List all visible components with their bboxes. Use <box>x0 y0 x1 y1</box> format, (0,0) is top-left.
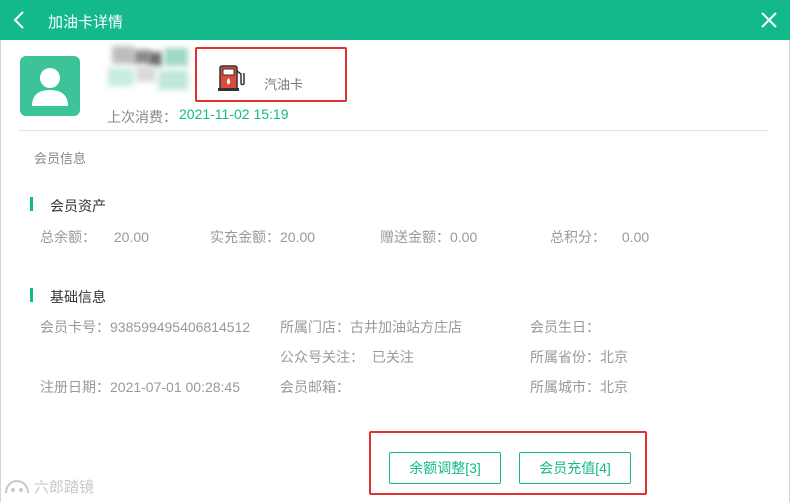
wechat-follow-value: 已关注 <box>371 349 414 365</box>
title-bar: 加油卡详情 <box>0 0 790 40</box>
paid-amount-field: 实充金额：20.00 <box>210 227 315 247</box>
email-label: 会员邮箱： <box>280 379 350 395</box>
city-field: 所属城市：北京 <box>530 377 628 397</box>
watermark: 六郎踏镜 <box>4 476 94 497</box>
total-points-field: 总积分： 0.00 <box>550 227 649 247</box>
adjust-balance-button[interactable]: 余额调整[3] <box>389 452 501 484</box>
user-avatar-icon <box>20 56 80 116</box>
register-date-field: 注册日期：2021-07-01 00:28:45 <box>40 377 240 397</box>
register-date-value: 2021-07-01 00:28:45 <box>110 379 240 395</box>
register-date-label: 注册日期： <box>40 379 110 395</box>
wechat-follow-label: 公众号关注： <box>280 349 364 365</box>
action-buttons-box: 余额调整[3] 会员充值[4] <box>369 431 647 495</box>
store-label: 所属门店： <box>280 319 350 335</box>
province-value: 北京 <box>600 349 628 365</box>
card-type-label: 汽油卡 <box>264 77 304 92</box>
basic-info-heading-label: 基础信息 <box>50 289 106 305</box>
province-field: 所属省份：北京 <box>530 347 628 367</box>
total-points-value: 0.00 <box>621 229 650 245</box>
member-name-redacted <box>108 44 193 102</box>
bonus-amount-value: 0.00 <box>450 229 478 245</box>
recharge-button[interactable]: 会员充值[4] <box>519 452 631 484</box>
section-title: 会员信息 <box>34 151 87 166</box>
heading-accent-bar <box>30 288 33 302</box>
fuel-pump-icon <box>218 65 245 91</box>
heading-accent-bar <box>30 197 33 211</box>
chevron-left-icon[interactable] <box>10 9 30 31</box>
last-spend-label: 上次消费： <box>107 109 177 125</box>
store-value: 古井加油站方庄店 <box>350 319 462 335</box>
divider <box>18 130 768 131</box>
wechat-follow-field: 公众号关注： 已关注 <box>280 347 414 367</box>
birthday-field: 会员生日： <box>530 317 600 337</box>
assets-heading: 会员资产 <box>30 196 106 214</box>
email-field: 会员邮箱： <box>280 377 350 397</box>
bonus-amount-label: 赠送金额： <box>380 229 450 245</box>
card-type-box: 汽油卡 <box>195 47 347 102</box>
total-balance-field: 总余额： 20.00 <box>40 227 149 247</box>
window-title: 加油卡详情 <box>48 14 124 31</box>
last-spend-value: 2021-11-02 15:19 <box>179 106 289 122</box>
close-icon[interactable] <box>758 9 780 31</box>
birthday-label: 会员生日： <box>530 319 600 335</box>
city-value: 北京 <box>600 379 628 395</box>
store-field: 所属门店：古井加油站方庄店 <box>280 317 462 337</box>
paid-amount-value: 20.00 <box>280 229 316 245</box>
assets-heading-label: 会员资产 <box>50 198 106 214</box>
total-balance-label: 总余额： <box>40 229 96 245</box>
bonus-amount-field: 赠送金额：0.00 <box>380 227 477 247</box>
card-number-label: 会员卡号： <box>40 319 110 335</box>
province-label: 所属省份： <box>530 349 600 365</box>
watermark-logo-icon <box>5 480 29 494</box>
total-balance-value: 20.00 <box>113 229 149 245</box>
watermark-text: 六郎踏镜 <box>34 479 95 496</box>
card-number-value: 938599495406814512 <box>110 319 251 335</box>
paid-amount-label: 实充金额： <box>210 229 280 245</box>
city-label: 所属城市： <box>530 379 600 395</box>
basic-info-heading: 基础信息 <box>30 287 106 305</box>
total-points-label: 总积分： <box>550 229 606 245</box>
card-number-field: 会员卡号：938599495406814512 <box>40 317 250 337</box>
